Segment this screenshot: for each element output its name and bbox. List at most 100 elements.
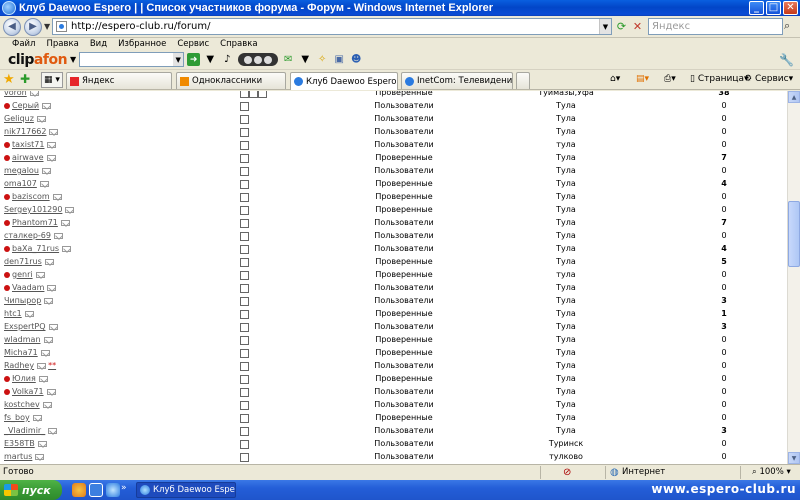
refresh-button[interactable]: ⟳ [614, 19, 629, 34]
taskbar-item-browser[interactable]: Клуб Daewoo Espero... [136, 482, 236, 498]
send-message-icon[interactable] [42, 102, 52, 109]
page-menu-button[interactable]: ▯ Страница ▾ [690, 74, 749, 84]
member-name-link[interactable]: Geliquz [4, 114, 46, 123]
member-name-link[interactable]: Radhey ** [4, 361, 56, 370]
member-name-link[interactable]: airwave [4, 153, 56, 162]
member-checkbox[interactable] [240, 141, 249, 150]
member-checkbox[interactable] [240, 206, 249, 215]
send-message-icon[interactable] [39, 180, 49, 187]
send-message-icon[interactable] [47, 141, 57, 148]
search-button[interactable]: ⌕ [784, 19, 798, 34]
send-message-icon[interactable] [29, 91, 39, 96]
member-checkbox[interactable] [240, 91, 249, 98]
history-dropdown[interactable]: ▼ [44, 22, 50, 31]
member-name-link[interactable]: genri [4, 270, 45, 279]
wrench-icon[interactable]: 🔧 [779, 53, 794, 67]
send-message-icon[interactable] [48, 427, 58, 434]
member-checkbox[interactable] [258, 91, 267, 98]
window-icon[interactable]: ▣ [332, 53, 346, 66]
member-checkbox[interactable] [240, 440, 249, 449]
member-checkbox[interactable] [240, 271, 249, 280]
quicklaunch-ie-icon[interactable] [106, 483, 120, 497]
member-name-link[interactable]: Юлия [4, 374, 48, 383]
member-name-link[interactable]: _Vladimir_ [4, 426, 58, 435]
send-message-icon[interactable] [48, 323, 58, 330]
add-favorite-button[interactable]: ✚ [20, 72, 30, 86]
minimize-button[interactable]: _ [749, 1, 764, 15]
send-message-icon[interactable] [47, 284, 57, 291]
quicklaunch-desktop-icon[interactable] [89, 483, 103, 497]
member-name-link[interactable]: wladman [4, 335, 53, 344]
menu-file[interactable]: Файл [8, 39, 39, 49]
send-message-icon[interactable] [35, 453, 45, 460]
search-input[interactable]: Яндекс [648, 18, 783, 35]
member-checkbox[interactable] [240, 388, 249, 397]
star-sparkle-icon[interactable]: ✧ [315, 53, 329, 66]
member-checkbox[interactable] [240, 453, 249, 462]
member-checkbox[interactable] [240, 128, 249, 137]
member-name-link[interactable]: Phantom71 [4, 218, 70, 227]
member-checkbox[interactable] [240, 414, 249, 423]
scroll-thumb[interactable] [788, 201, 800, 267]
send-message-icon[interactable] [38, 375, 48, 382]
clipafon-search-dropdown[interactable]: ▼ [173, 53, 184, 66]
send-message-icon[interactable] [43, 336, 53, 343]
send-message-icon[interactable] [46, 154, 56, 161]
member-checkbox[interactable] [240, 310, 249, 319]
member-name-link[interactable]: den71rus [4, 257, 54, 266]
clipafon-menu-dropdown[interactable]: ▼ [70, 55, 76, 64]
member-name-link[interactable]: taxist71 [4, 140, 57, 149]
send-message-icon[interactable] [40, 349, 50, 356]
member-checkbox[interactable] [240, 245, 249, 254]
clipafon-go-button[interactable]: ➜ [187, 53, 201, 66]
new-tab-button[interactable] [516, 72, 530, 89]
menu-favorites[interactable]: Избранное [114, 39, 170, 49]
member-checkbox[interactable] [240, 167, 249, 176]
member-name-link[interactable]: сталкер-69 [4, 231, 63, 240]
member-name-link[interactable]: Volka71 [4, 387, 56, 396]
member-checkbox[interactable] [240, 102, 249, 111]
send-message-icon[interactable] [37, 362, 47, 369]
send-message-icon[interactable] [65, 206, 75, 213]
member-name-link[interactable]: Чипырор [4, 296, 54, 305]
menu-tools[interactable]: Сервис [173, 39, 213, 49]
tab-odnoklassniki[interactable]: Одноклассники [176, 72, 286, 89]
menu-help[interactable]: Справка [216, 39, 261, 49]
scroll-down-button[interactable]: ▼ [788, 452, 800, 464]
options-dropdown[interactable]: ▼ [298, 53, 312, 66]
send-message-icon[interactable] [42, 401, 52, 408]
member-checkbox[interactable] [240, 297, 249, 306]
member-checkbox[interactable] [249, 91, 258, 98]
member-checkbox[interactable] [240, 427, 249, 436]
send-message-icon[interactable] [46, 388, 56, 395]
member-name-link[interactable]: Micha71 [4, 348, 50, 357]
start-button[interactable]: пуск [0, 480, 62, 500]
rss-button[interactable]: ▤ ▾ [636, 74, 649, 84]
member-name-link[interactable]: martus [4, 452, 45, 461]
home-button[interactable]: ⌂ ▾ [610, 74, 620, 84]
member-checkbox[interactable] [240, 193, 249, 202]
menu-view[interactable]: Вид [86, 39, 111, 49]
member-checkbox[interactable] [240, 375, 249, 384]
send-message-icon[interactable] [44, 258, 54, 265]
send-message-icon[interactable] [36, 115, 46, 122]
tools-menu-button[interactable]: ⚙ Сервис ▾ [744, 74, 793, 84]
member-name-link[interactable]: Vaadam [4, 283, 57, 292]
send-message-icon[interactable] [53, 232, 63, 239]
member-checkbox[interactable] [240, 232, 249, 241]
send-message-icon[interactable] [60, 219, 70, 226]
check-mail-icon[interactable]: ✉ [281, 53, 295, 66]
member-checkbox[interactable] [240, 154, 249, 163]
quick-tabs-button[interactable]: ▦ ▾ [41, 72, 63, 88]
member-checkbox[interactable] [240, 219, 249, 228]
member-name-link[interactable]: kostchev [4, 400, 52, 409]
member-name-link[interactable]: E358TB [4, 439, 47, 448]
member-checkbox[interactable] [240, 349, 249, 358]
zoom-level[interactable]: ⌕ 100% ▾ [752, 467, 791, 477]
scroll-up-button[interactable]: ▲ [788, 91, 800, 103]
quicklaunch-browser-icon[interactable] [72, 483, 86, 497]
send-message-icon[interactable] [49, 128, 59, 135]
music-icon[interactable]: ♪ [220, 53, 234, 66]
send-message-icon[interactable] [37, 440, 47, 447]
member-checkbox[interactable] [240, 401, 249, 410]
